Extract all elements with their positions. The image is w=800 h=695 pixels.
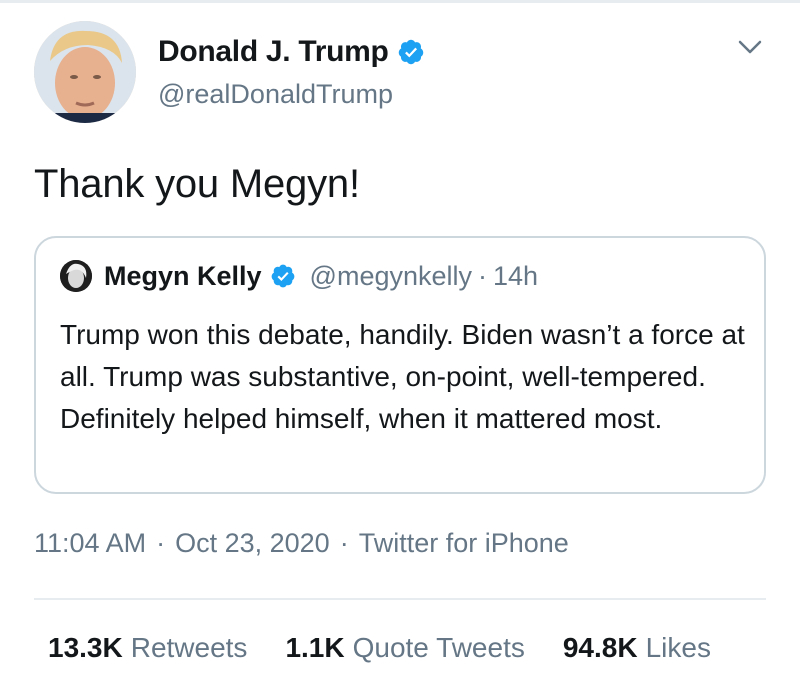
quoted-author-avatar xyxy=(60,260,92,292)
tweet-header: Donald J. Trump @realDonaldTrump xyxy=(34,20,425,124)
retweets-count: 13.3K xyxy=(48,632,123,663)
meta-separator: · xyxy=(339,528,349,558)
quote-tweets-label: Quote Tweets xyxy=(352,632,525,663)
author-names: Donald J. Trump @realDonaldTrump xyxy=(158,35,425,110)
author-avatar-image xyxy=(34,21,136,123)
author-handle[interactable]: @realDonaldTrump xyxy=(158,79,425,110)
tweet-date[interactable]: Oct 23, 2020 xyxy=(175,528,330,559)
meta-separator: · xyxy=(156,528,166,558)
tweet-meta: 11:04 AM · Oct 23, 2020 · Twitter for iP… xyxy=(34,528,569,559)
top-divider xyxy=(0,0,800,3)
quoted-author-handle: @megynkelly xyxy=(309,260,473,291)
author-display-name[interactable]: Donald J. Trump xyxy=(158,35,389,69)
display-name-row: Donald J. Trump xyxy=(158,35,425,69)
quoted-separator: · xyxy=(478,260,488,291)
quoted-tweet-text: Trump won this debate, handily. Biden wa… xyxy=(60,319,745,434)
verified-badge-icon xyxy=(271,264,294,288)
likes-stat[interactable]: 94.8K Likes xyxy=(563,632,711,664)
retweets-stat[interactable]: 13.3K Retweets xyxy=(48,632,247,664)
stats-divider xyxy=(34,598,766,600)
quoted-tweet-card[interactable]: Megyn Kelly @megynkelly · 14h Trump won … xyxy=(34,236,766,494)
chevron-down-icon[interactable] xyxy=(736,36,764,58)
likes-label: Likes xyxy=(645,632,711,663)
quote-tweets-stat[interactable]: 1.1K Quote Tweets xyxy=(285,632,524,664)
likes-count: 94.8K xyxy=(562,632,638,663)
quote-tweets-count: 1.1K xyxy=(285,632,345,663)
tweet-stats: 13.3K Retweets 1.1K Quote Tweets 94.8K L… xyxy=(48,632,711,664)
author-avatar[interactable] xyxy=(34,21,136,123)
retweets-label: Retweets xyxy=(130,632,248,663)
quoted-tweet-header: Megyn Kelly @megynkelly · 14h xyxy=(60,260,538,292)
quoted-time: 14h xyxy=(493,260,539,291)
tweet-text: Thank you Megyn! xyxy=(34,162,360,206)
tweet-source-link[interactable]: Twitter for iPhone xyxy=(359,528,569,559)
verified-badge-icon xyxy=(398,39,423,64)
tweet-time[interactable]: 11:04 AM xyxy=(34,528,146,559)
quoted-author-display-name: Megyn Kelly xyxy=(104,260,262,291)
quoted-author-avatar-image xyxy=(60,260,92,292)
